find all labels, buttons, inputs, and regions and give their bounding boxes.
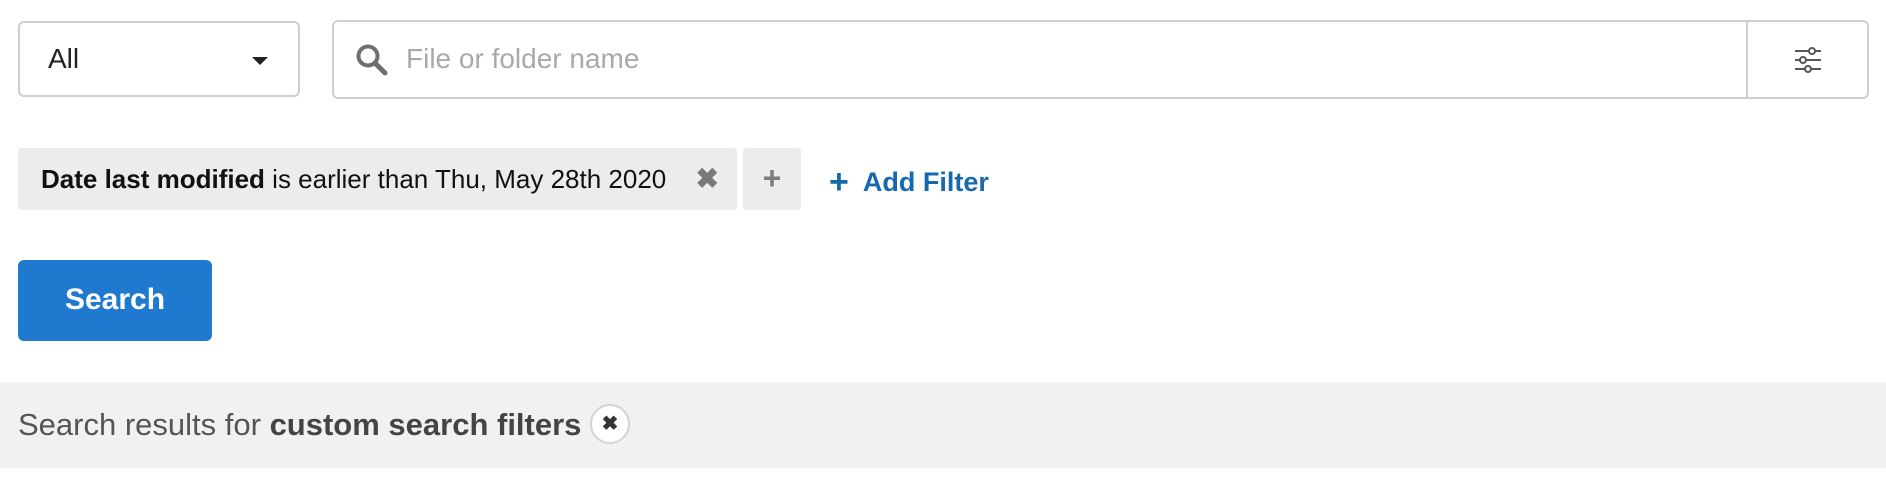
clear-search-button[interactable]: ✖ bbox=[590, 404, 630, 444]
sliders-icon bbox=[1795, 47, 1821, 73]
search-button[interactable]: Search bbox=[18, 260, 212, 341]
close-icon[interactable]: ✖ bbox=[696, 148, 719, 210]
add-filter-group-button[interactable]: + bbox=[743, 148, 801, 210]
chevron-down-icon bbox=[252, 57, 268, 65]
results-bar: Search results for custom search filters… bbox=[0, 382, 1886, 468]
search-input[interactable] bbox=[406, 30, 1706, 88]
scope-select[interactable]: All bbox=[18, 21, 300, 97]
search-settings-button[interactable] bbox=[1746, 22, 1867, 97]
filter-chip[interactable]: Date last modified is earlier than Thu, … bbox=[18, 148, 737, 210]
search-box bbox=[332, 20, 1869, 99]
add-filter-link[interactable]: + Add Filter bbox=[829, 158, 989, 206]
plus-icon: + bbox=[762, 160, 782, 196]
plus-icon: + bbox=[829, 163, 849, 201]
results-summary: Search results for custom search filters bbox=[18, 382, 581, 468]
scope-select-value: All bbox=[48, 43, 80, 74]
filter-condition: is earlier than Thu, May 28th 2020 bbox=[272, 164, 667, 194]
results-prefix: Search results for bbox=[18, 407, 261, 442]
filter-field: Date last modified bbox=[41, 164, 265, 194]
add-filter-label: Add Filter bbox=[862, 167, 989, 197]
search-icon bbox=[356, 44, 388, 76]
close-icon: ✖ bbox=[601, 413, 619, 435]
results-query: custom search filters bbox=[269, 407, 582, 442]
